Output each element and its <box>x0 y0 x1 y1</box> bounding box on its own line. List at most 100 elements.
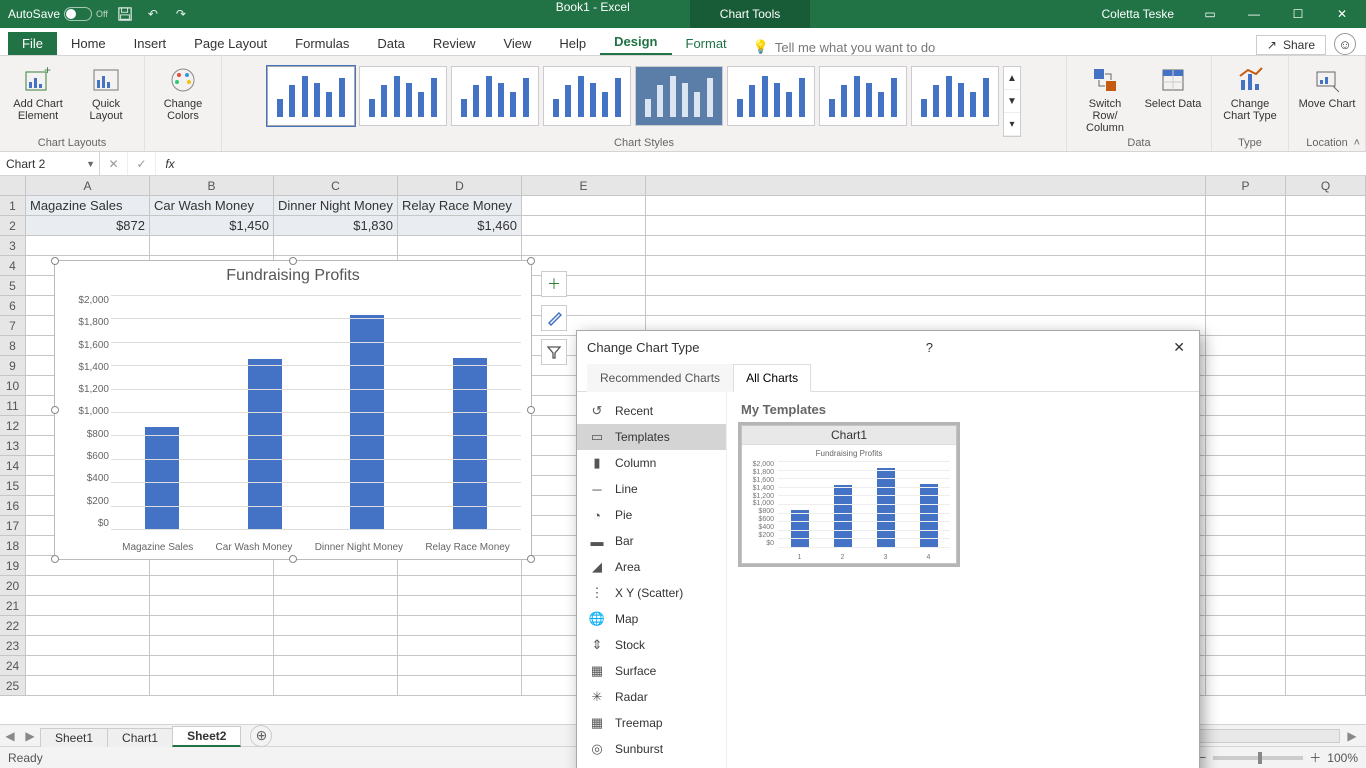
formula-input[interactable] <box>184 152 1366 175</box>
cancel-formula-icon[interactable]: ✕ <box>100 152 128 175</box>
cell[interactable] <box>26 596 150 616</box>
chart-style-8[interactable] <box>911 66 999 126</box>
cell[interactable] <box>398 676 522 696</box>
cell[interactable] <box>274 636 398 656</box>
cell[interactable] <box>274 576 398 596</box>
chart-bar[interactable] <box>145 427 179 529</box>
row-header[interactable]: 8 <box>0 336 26 356</box>
quick-layout-button[interactable]: Quick Layout <box>76 60 136 122</box>
chart-category-treemap[interactable]: ▦Treemap <box>577 710 726 736</box>
chart-style-1[interactable] <box>267 66 355 126</box>
cell[interactable] <box>1286 236 1366 256</box>
cell[interactable] <box>1286 476 1366 496</box>
cell[interactable] <box>398 636 522 656</box>
cell[interactable] <box>1286 196 1366 216</box>
cell[interactable] <box>646 216 1206 236</box>
cell[interactable] <box>1286 376 1366 396</box>
cell[interactable] <box>1286 316 1366 336</box>
sheet-nav-next-icon[interactable]: ▶ <box>20 729 40 743</box>
select-all-cell[interactable] <box>0 176 26 196</box>
row-header[interactable]: 9 <box>0 356 26 376</box>
chart-category-x-y-scatter-[interactable]: ⋮X Y (Scatter) <box>577 580 726 606</box>
chart-styles-shortcut-button[interactable] <box>541 305 567 331</box>
cell[interactable] <box>646 296 1206 316</box>
cell[interactable] <box>150 236 274 256</box>
cell[interactable] <box>1206 336 1286 356</box>
resize-handle[interactable] <box>51 555 59 563</box>
autosave-switch-icon[interactable] <box>64 7 92 21</box>
template-card[interactable]: Chart1 Fundraising Profits $2,000$1,800$… <box>741 425 957 564</box>
cell[interactable] <box>1206 676 1286 696</box>
chart-category-histogram[interactable]: ▮Histogram <box>577 762 726 768</box>
share-button[interactable]: ↗ Share <box>1256 35 1326 55</box>
cell[interactable] <box>26 576 150 596</box>
dialog-tab-all-charts[interactable]: All Charts <box>733 364 811 392</box>
autosave-toggle[interactable]: AutoSave Off <box>8 7 108 21</box>
cell[interactable] <box>26 236 150 256</box>
cell[interactable] <box>1206 416 1286 436</box>
cell[interactable] <box>274 596 398 616</box>
cell[interactable] <box>1206 496 1286 516</box>
tab-design[interactable]: Design <box>600 30 671 55</box>
tab-view[interactable]: View <box>489 32 545 55</box>
cell[interactable] <box>1206 196 1286 216</box>
cell[interactable] <box>1206 316 1286 336</box>
cell[interactable] <box>1206 516 1286 536</box>
row-header[interactable]: 19 <box>0 556 26 576</box>
cell[interactable] <box>150 596 274 616</box>
cell[interactable] <box>646 196 1206 216</box>
feedback-icon[interactable]: ☺ <box>1334 33 1356 55</box>
cell[interactable] <box>1286 456 1366 476</box>
chevron-down-icon[interactable]: ▼ <box>1004 90 1020 113</box>
row-header[interactable]: 14 <box>0 456 26 476</box>
chart-style-2[interactable] <box>359 66 447 126</box>
dialog-help-icon[interactable]: ? <box>926 340 933 355</box>
row-header[interactable]: 5 <box>0 276 26 296</box>
row-header[interactable]: 20 <box>0 576 26 596</box>
undo-icon[interactable]: ↶ <box>142 3 164 25</box>
zoom-level[interactable]: 100% <box>1327 751 1358 765</box>
cell[interactable]: $1,460 <box>398 216 522 236</box>
change-colors-button[interactable]: Change Colors <box>153 60 213 122</box>
resize-handle[interactable] <box>51 257 59 265</box>
chevron-down-icon[interactable]: ▼ <box>86 159 95 169</box>
switch-row-column-button[interactable]: Switch Row/ Column <box>1075 60 1135 134</box>
chart-category-column[interactable]: ▮Column <box>577 450 726 476</box>
row-header[interactable]: 10 <box>0 376 26 396</box>
chart-bar[interactable] <box>453 358 487 529</box>
cell[interactable] <box>646 236 1206 256</box>
cell[interactable] <box>26 676 150 696</box>
cell[interactable] <box>1286 296 1366 316</box>
cell[interactable] <box>1206 256 1286 276</box>
cell[interactable] <box>1206 296 1286 316</box>
chart-category-stock[interactable]: ⇕Stock <box>577 632 726 658</box>
row-header[interactable]: 15 <box>0 476 26 496</box>
cell[interactable] <box>1286 336 1366 356</box>
chart-category-map[interactable]: 🌐Map <box>577 606 726 632</box>
cell[interactable] <box>646 276 1206 296</box>
cell[interactable] <box>26 636 150 656</box>
cell[interactable] <box>150 576 274 596</box>
minimize-icon[interactable]: ― <box>1234 0 1274 28</box>
resize-handle[interactable] <box>527 555 535 563</box>
zoom-slider[interactable] <box>1213 756 1303 760</box>
column-header[interactable]: C <box>274 176 398 196</box>
column-header[interactable]: B <box>150 176 274 196</box>
cell[interactable] <box>26 656 150 676</box>
column-header[interactable]: D <box>398 176 522 196</box>
chart-bar[interactable] <box>350 315 384 529</box>
cell[interactable] <box>1206 356 1286 376</box>
cell[interactable] <box>522 196 646 216</box>
tab-insert[interactable]: Insert <box>120 32 181 55</box>
cell[interactable] <box>1286 496 1366 516</box>
chart-styles-gallery[interactable]: ▲▼▾ <box>263 60 1025 137</box>
cell[interactable]: $1,450 <box>150 216 274 236</box>
column-header[interactable]: A <box>26 176 150 196</box>
tab-formulas[interactable]: Formulas <box>281 32 363 55</box>
select-data-button[interactable]: Select Data <box>1143 60 1203 110</box>
chart-title[interactable]: Fundraising Profits <box>55 261 531 291</box>
dialog-close-icon[interactable]: ✕ <box>1169 335 1189 360</box>
embedded-chart[interactable]: Fundraising Profits $2,000$1,800$1,600$1… <box>54 260 532 560</box>
chart-category-surface[interactable]: ▦Surface <box>577 658 726 684</box>
chevron-up-icon[interactable]: ▲ <box>1004 67 1020 90</box>
